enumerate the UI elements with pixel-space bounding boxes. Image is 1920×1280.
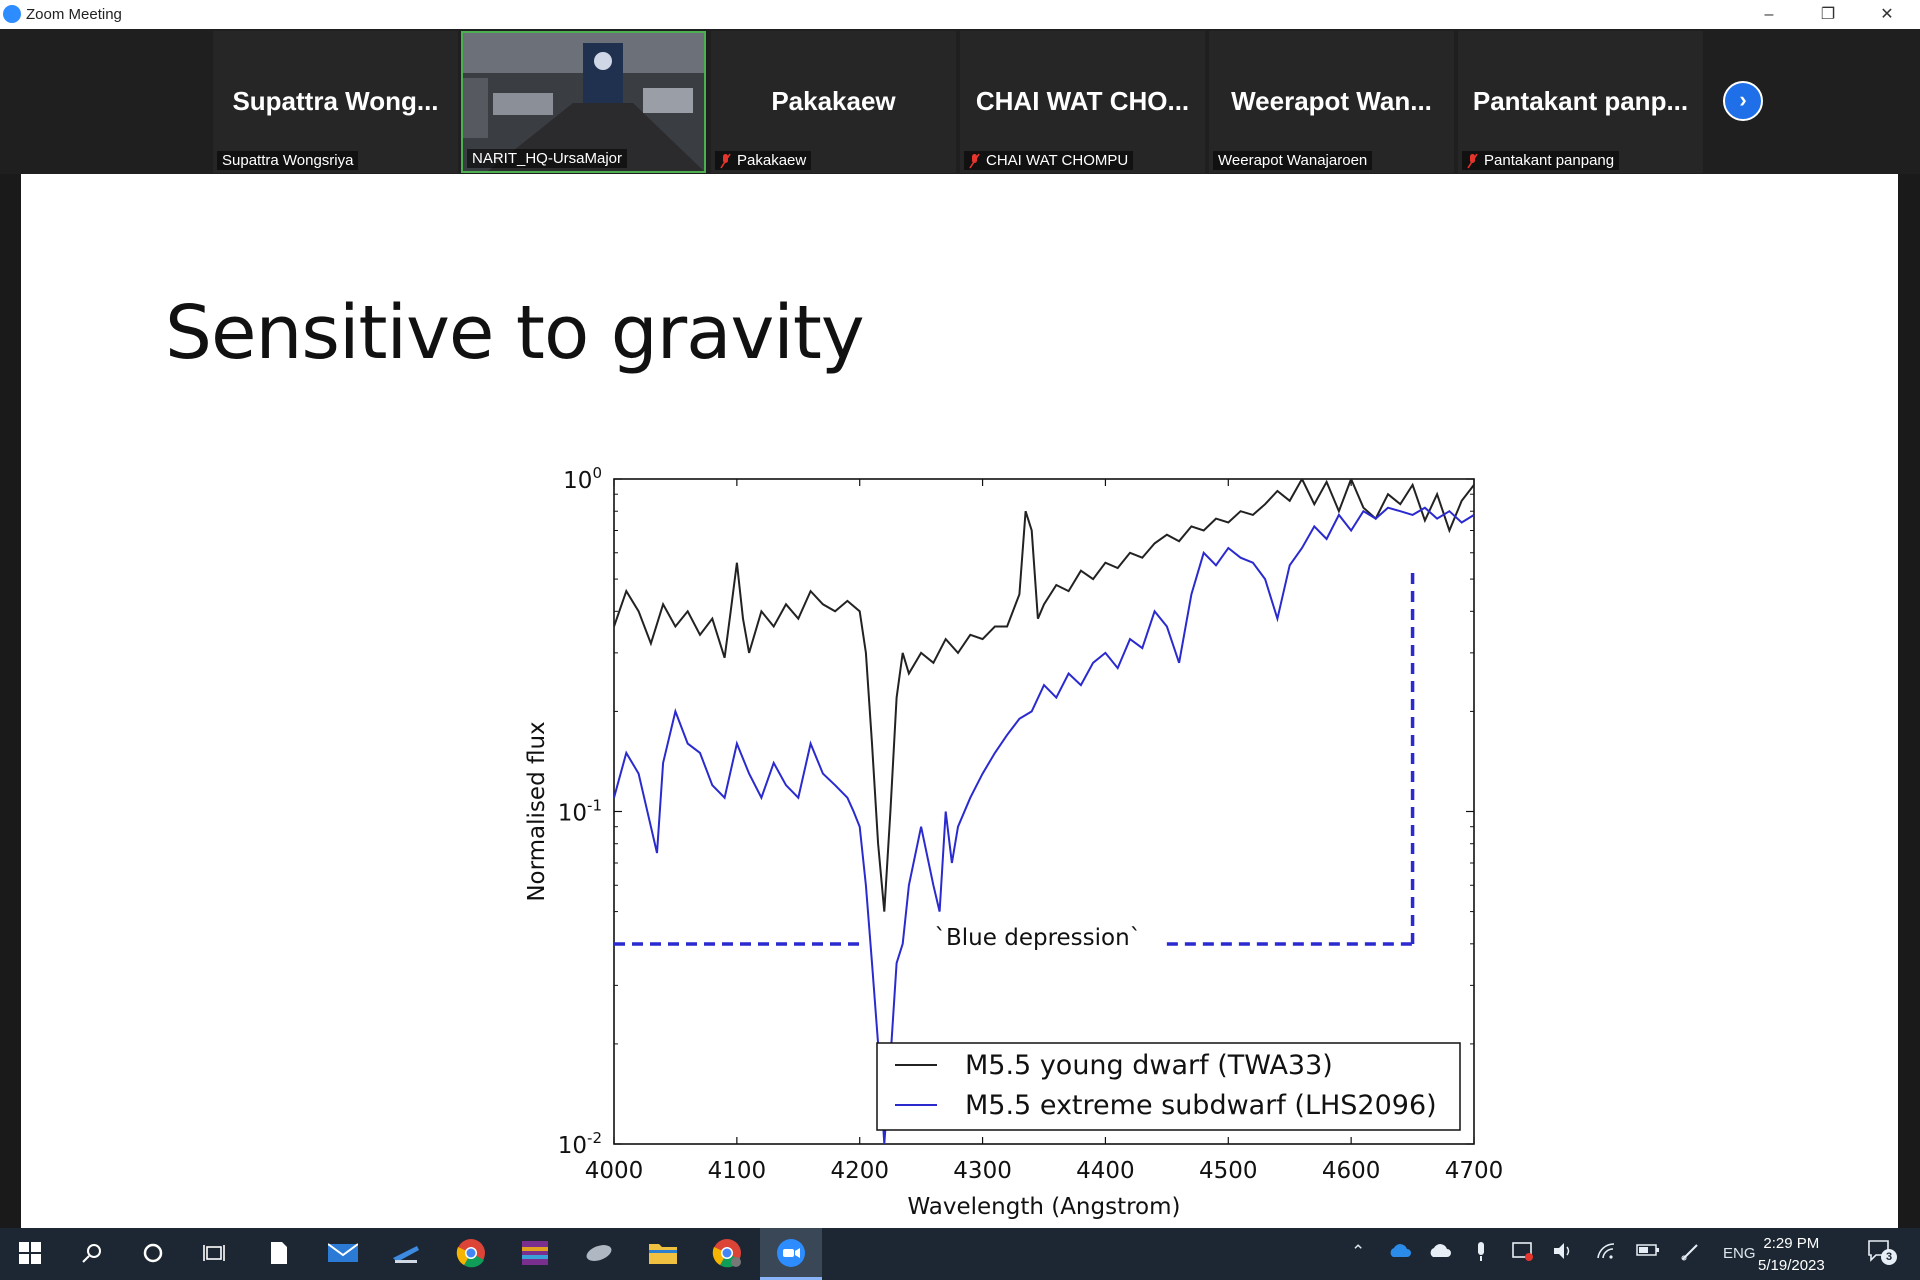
- app-icon[interactable]: [391, 1238, 421, 1268]
- close-button[interactable]: ✕: [1858, 0, 1916, 29]
- participant-label: CHAI WAT CHOMPU: [964, 151, 1134, 170]
- participant-display-name: Pantakant panp...: [1472, 86, 1689, 116]
- system-clock[interactable]: 2:29 PM 5/19/2023: [1758, 1233, 1825, 1277]
- slide-title: Sensitive to gravity: [165, 290, 865, 376]
- participant-label: Supattra Wongsriya: [217, 151, 359, 170]
- participant-display-name: Pakakaew: [771, 86, 896, 116]
- input-language[interactable]: ENG: [1723, 1245, 1756, 1262]
- participant-name: NARIT_HQ-UrsaMajor: [472, 150, 623, 167]
- participant-gallery: Supattra Wong... Supattra Wongsriya NARI…: [0, 29, 1920, 174]
- chrome-profile-icon[interactable]: [712, 1238, 742, 1268]
- zoom-logo-icon: [3, 5, 21, 23]
- zoom-icon: [777, 1239, 805, 1267]
- participant-label: Pakakaew: [715, 151, 812, 170]
- participant-display-name: Weerapot Wan...: [1231, 86, 1432, 116]
- restore-button[interactable]: ❐: [1799, 0, 1857, 29]
- show-hidden-icons-chevron-up-icon[interactable]: ⌃: [1351, 1242, 1365, 1262]
- mic-muted-icon: [720, 153, 731, 168]
- mail-icon[interactable]: [328, 1238, 358, 1268]
- participant-name: CHAI WAT CHOMPU: [986, 152, 1129, 169]
- participant-display-name: CHAI WAT CHO...: [975, 86, 1190, 116]
- participant-name: Weerapot Wanajaroen: [1218, 152, 1368, 169]
- volume-icon[interactable]: [1553, 1242, 1575, 1265]
- file-explorer-icon[interactable]: [648, 1238, 678, 1268]
- task-view-icon[interactable]: [199, 1238, 229, 1268]
- pen-icon[interactable]: [1680, 1242, 1700, 1267]
- winrar-icon[interactable]: [520, 1238, 550, 1268]
- participant-name: Supattra Wongsriya: [222, 152, 354, 169]
- file-icon[interactable]: [264, 1238, 294, 1268]
- participant-tile[interactable]: Pantakant panp... Pantakant panpang: [1458, 31, 1703, 173]
- participant-label: Weerapot Wanajaroen: [1213, 151, 1373, 170]
- clock-time: 2:29 PM: [1763, 1235, 1820, 1252]
- zoom-taskbar-button[interactable]: [760, 1228, 822, 1280]
- participant-tile[interactable]: Supattra Wong... Supattra Wongsriya: [213, 31, 458, 173]
- participant-tile-video[interactable]: NARIT_HQ-UrsaMajor: [461, 31, 706, 173]
- participant-name: Pantakant panpang: [1484, 152, 1615, 169]
- notification-count: 3: [1881, 1249, 1897, 1265]
- mic-muted-icon: [1467, 153, 1478, 168]
- onedrive-icon[interactable]: [1388, 1242, 1412, 1263]
- chrome-icon[interactable]: [456, 1238, 486, 1268]
- next-page-chevron-icon[interactable]: ›: [1723, 81, 1763, 121]
- mic-muted-icon: [969, 153, 980, 168]
- participant-tile[interactable]: Pakakaew Pakakaew: [711, 31, 956, 173]
- window-title: Zoom Meeting: [26, 6, 122, 23]
- participant-label: NARIT_HQ-UrsaMajor: [467, 149, 628, 168]
- participant-display-name: Supattra Wong...: [232, 86, 439, 116]
- security-icon[interactable]: [1512, 1242, 1534, 1267]
- notifications-icon[interactable]: 3: [1868, 1240, 1897, 1267]
- clock-date: 5/19/2023: [1758, 1257, 1825, 1274]
- app-icon[interactable]: [584, 1238, 614, 1268]
- cortana-icon[interactable]: [138, 1238, 168, 1268]
- windows-taskbar: ⌃ ENG 2:29 PM 5/19/2023 3: [0, 1228, 1920, 1280]
- minimize-button[interactable]: –: [1740, 0, 1798, 29]
- wifi-icon[interactable]: [1596, 1242, 1616, 1265]
- windows-start-icon[interactable]: [15, 1238, 45, 1268]
- participant-tile[interactable]: Weerapot Wan... Weerapot Wanajaroen: [1209, 31, 1454, 173]
- microphone-icon[interactable]: [1475, 1242, 1487, 1267]
- window-titlebar: Zoom Meeting – ❐ ✕: [0, 0, 1920, 29]
- participant-tile[interactable]: CHAI WAT CHO... CHAI WAT CHOMPU: [960, 31, 1205, 173]
- onedrive-personal-icon[interactable]: [1428, 1242, 1452, 1263]
- participant-name: Pakakaew: [737, 152, 807, 169]
- search-icon[interactable]: [77, 1238, 107, 1268]
- participant-label: Pantakant panpang: [1462, 151, 1620, 170]
- battery-icon[interactable]: [1636, 1242, 1660, 1262]
